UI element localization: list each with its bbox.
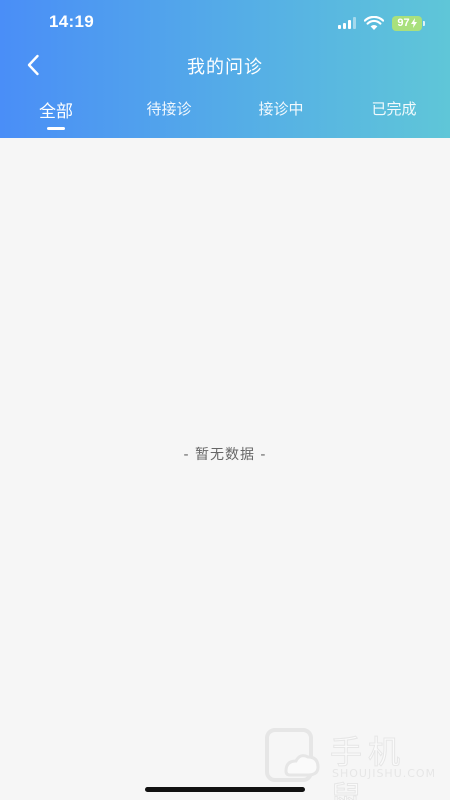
battery-level: 97 (397, 17, 410, 29)
empty-state-text: - 暂无数据 - (183, 447, 267, 463)
tab-completed[interactable]: 已完成 (344, 98, 444, 132)
watermark: 手机鼠 SHOUJISHU.COM (264, 727, 437, 800)
tab-all[interactable]: 全部 (6, 97, 106, 131)
status-time: 14:19 (49, 12, 94, 31)
header: 14:19 97 我的问诊 全部 待接诊 接诊中 已完成 (0, 0, 450, 138)
back-button[interactable] (18, 50, 48, 80)
tab-bar: 全部 待接诊 接诊中 已完成 (0, 98, 450, 138)
charging-bolt-icon (410, 18, 417, 28)
watermark-text: 手机鼠 (330, 733, 407, 800)
tab-in-progress[interactable]: 接诊中 (231, 98, 331, 132)
status-icons: 97 (338, 14, 425, 32)
watermark-url: SHOUJISHU.COM (332, 767, 437, 780)
signal-icon (338, 17, 356, 29)
watermark-logo-icon (265, 728, 320, 782)
wifi-icon (364, 15, 384, 30)
battery-charging-icon: 97 (392, 15, 425, 31)
page-title: 我的问诊 (187, 57, 263, 78)
home-indicator[interactable] (145, 787, 305, 792)
tab-pending[interactable]: 待接诊 (119, 98, 219, 132)
active-tab-indicator (47, 127, 65, 130)
chevron-left-icon (27, 54, 39, 76)
